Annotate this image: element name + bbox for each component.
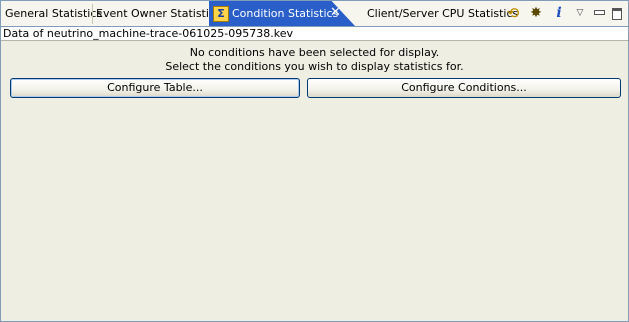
maximize-icon: [612, 8, 622, 20]
tab-label: Condition Statistics: [232, 7, 339, 20]
minimize-button[interactable]: [592, 5, 606, 22]
sigma-icon: Σ: [213, 6, 229, 22]
no-conditions-message: No conditions have been selected for dis…: [189, 46, 440, 59]
minimize-icon: [594, 10, 605, 15]
info-icon[interactable]: i: [552, 5, 566, 22]
tab-client-server-cpu-statistics[interactable]: Client/Server CPU Statistics: [367, 2, 518, 25]
close-icon[interactable]: ✕: [330, 5, 341, 20]
tab-event-owner-statistics[interactable]: Event Owner Statistics: [96, 2, 221, 25]
configure-table-button[interactable]: Configure Table...: [10, 78, 300, 98]
maximize-button[interactable]: [610, 5, 624, 22]
data-file-label: Data of neutrino_machine-trace-061025-09…: [1, 27, 628, 41]
refresh-icon[interactable]: ⟲: [504, 5, 522, 22]
tab-general-statistics[interactable]: General Statistics: [5, 2, 102, 25]
tab-condition-statistics[interactable]: Σ Condition Statistics ✕: [209, 1, 355, 26]
view-menu-icon[interactable]: ▽: [573, 5, 587, 22]
tab-separator: [92, 4, 93, 24]
tab-bar: General Statistics Event Owner Statistic…: [1, 1, 628, 27]
select-conditions-hint: Select the conditions you wish to displa…: [165, 60, 464, 73]
configure-conditions-button[interactable]: Configure Conditions...: [307, 78, 621, 98]
statistics-view: General Statistics Event Owner Statistic…: [0, 0, 629, 322]
filter-icon[interactable]: ✸: [527, 5, 545, 22]
